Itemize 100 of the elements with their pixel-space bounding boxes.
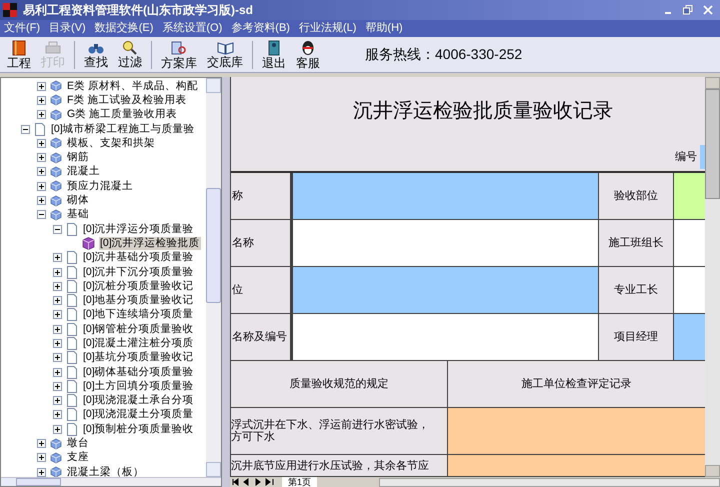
- app-logo-icon: [3, 3, 17, 17]
- toolbar-button[interactable]: 过滤: [113, 38, 147, 70]
- book-icon: [12, 40, 26, 56]
- tree-item[interactable]: [0]城市桥梁工程施工与质量验: [50, 122, 196, 136]
- expand-toggle[interactable]: [53, 368, 62, 377]
- tree-item[interactable]: [0]沉井基础分项质量验: [82, 251, 195, 264]
- document-icon: [66, 394, 78, 408]
- cube-icon: [50, 166, 62, 178]
- expand-toggle[interactable]: [37, 468, 46, 477]
- cube-icon: [50, 137, 62, 150]
- number-input[interactable]: [700, 145, 705, 169]
- expand-toggle[interactable]: [37, 82, 46, 91]
- tree-item[interactable]: G类 施工质量验收用表: [66, 108, 178, 122]
- expand-toggle[interactable]: [37, 453, 46, 462]
- expand-toggle[interactable]: [37, 153, 46, 162]
- document-icon: [66, 351, 78, 364]
- menu-item[interactable]: 目录(V): [49, 20, 86, 37]
- tree-item[interactable]: [0]砌体基础分项质量验: [82, 366, 195, 379]
- expand-toggle[interactable]: [53, 338, 62, 348]
- close-icon[interactable]: [703, 5, 713, 15]
- menu-item[interactable]: 行业法规(L): [298, 20, 356, 37]
- expand-toggle[interactable]: [53, 382, 62, 391]
- sheet-horizontal-scrollbar[interactable]: [379, 478, 720, 486]
- tree-item[interactable]: 模板、支架和拱架: [66, 136, 156, 150]
- tree-item[interactable]: 基础: [66, 208, 90, 222]
- expand-toggle[interactable]: [37, 110, 46, 120]
- tree-item[interactable]: [0]地基分项质量验收记: [82, 294, 195, 308]
- document-icon: [66, 308, 78, 322]
- tree-item[interactable]: 预应力混凝土: [66, 180, 134, 193]
- tree-item[interactable]: [0]混凝土灌注桩分项质: [82, 336, 195, 350]
- toolbar-button[interactable]: 客服: [291, 38, 325, 70]
- book-search-icon: [171, 40, 187, 56]
- menu-item[interactable]: 文件(F): [4, 20, 40, 37]
- expand-toggle[interactable]: [37, 167, 46, 176]
- tree-item[interactable]: 混凝土梁（板）: [66, 466, 145, 477]
- expand-toggle[interactable]: [53, 353, 62, 362]
- tree-item[interactable]: 钢筋: [66, 151, 90, 164]
- document-icon: [66, 408, 78, 422]
- cube-icon: [50, 452, 62, 464]
- document-icon: [66, 366, 78, 379]
- tree-item[interactable]: 墩台: [66, 437, 90, 450]
- vertical-scrollbar[interactable]: [206, 78, 221, 477]
- menu-item[interactable]: 帮助(H): [365, 20, 403, 37]
- sheet-tab[interactable]: 第1页: [282, 477, 318, 487]
- menu-item[interactable]: 参考资料(B): [231, 20, 290, 37]
- cube-icon: [50, 108, 62, 121]
- expand-toggle[interactable]: [53, 310, 62, 320]
- expand-toggle[interactable]: [53, 282, 62, 291]
- document-icon: [66, 380, 78, 393]
- tree-item[interactable]: [0]沉桩分项质量验收记: [82, 280, 195, 293]
- expand-toggle[interactable]: [53, 253, 62, 262]
- tree-item[interactable]: E类 原材料、半成品、构配: [66, 80, 199, 93]
- expand-toggle[interactable]: [53, 296, 62, 306]
- tree-item[interactable]: [0]预制桩分项质量验收: [82, 422, 195, 436]
- document-icon: [66, 294, 78, 308]
- expand-toggle[interactable]: [37, 439, 46, 448]
- menu-item[interactable]: 系统设置(O): [162, 20, 222, 37]
- document-icon: [66, 266, 78, 278]
- expand-toggle[interactable]: [53, 424, 62, 434]
- tree-item[interactable]: 砌体: [66, 194, 90, 208]
- cube-icon: [50, 194, 62, 207]
- mascot-icon: [301, 40, 315, 56]
- magnifier-icon: [122, 40, 138, 55]
- tree-item[interactable]: 混凝土: [66, 165, 101, 178]
- collapse-toggle[interactable]: [21, 124, 30, 134]
- toolbar-button[interactable]: 查找: [79, 38, 113, 70]
- expand-toggle[interactable]: [53, 410, 62, 420]
- tree-item[interactable]: [0]钢管桩分项质量验收: [82, 322, 195, 336]
- expand-toggle[interactable]: [37, 138, 46, 148]
- menu-item[interactable]: 数据交换(E): [94, 20, 154, 37]
- cube-icon: [50, 466, 62, 477]
- document-icon: [66, 322, 78, 336]
- service-hotline: 服务热线：4006-330-252: [365, 45, 522, 64]
- sheet-scrollbar[interactable]: [705, 77, 720, 477]
- toolbar-button[interactable]: 退出: [257, 38, 291, 70]
- expand-toggle[interactable]: [53, 268, 62, 276]
- collapse-toggle[interactable]: [53, 224, 62, 234]
- expand-toggle[interactable]: [37, 182, 46, 191]
- expand-toggle[interactable]: [53, 396, 62, 406]
- tree-item[interactable]: [0]沉井下沉分项质量验: [82, 266, 195, 278]
- toolbar-button[interactable]: 方案库: [156, 38, 202, 70]
- collapse-toggle[interactable]: [37, 210, 46, 220]
- tree-item[interactable]: [0]地下连续墙分项质量: [82, 308, 195, 322]
- tree-item[interactable]: F类 施工试验及检验用表: [66, 94, 188, 107]
- tree-item[interactable]: 支座: [66, 451, 90, 464]
- tree-item[interactable]: [0]沉井浮运检验批质: [99, 236, 201, 250]
- tree-item[interactable]: [0]土方回填分项质量验: [82, 380, 195, 393]
- toolbar-button[interactable]: 工程: [2, 38, 36, 70]
- expand-toggle[interactable]: [37, 196, 46, 206]
- printer-icon: [45, 40, 61, 54]
- horizontal-scrollbar[interactable]: [1, 477, 221, 486]
- tree-item[interactable]: [0]沉井浮运分项质量验: [82, 222, 195, 236]
- toolbar-button[interactable]: 交底库: [202, 38, 248, 70]
- tree-item[interactable]: [0]基坑分项质量验收记: [82, 351, 195, 364]
- restore-icon[interactable]: [683, 5, 693, 15]
- tree-item[interactable]: [0]现浇混凝土承台分项: [82, 394, 195, 408]
- tree-item[interactable]: [0]现浇混凝土分项质量: [82, 408, 195, 422]
- expand-toggle[interactable]: [53, 324, 62, 334]
- expand-toggle[interactable]: [37, 96, 46, 105]
- document-icon: [66, 251, 78, 264]
